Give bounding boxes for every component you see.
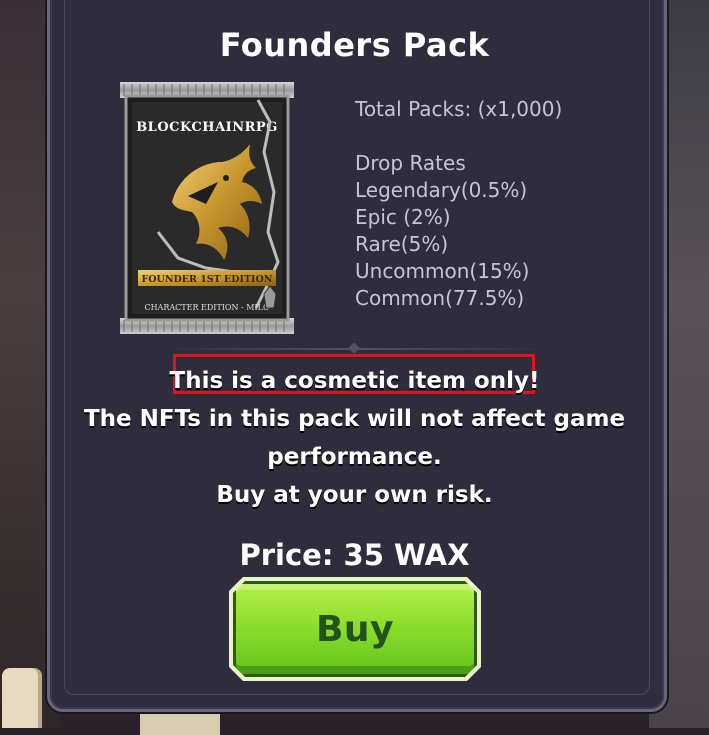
- buy-button-label: Buy: [315, 608, 395, 650]
- pack-title: Founders Pack: [219, 26, 490, 64]
- notice-line-2: The NFTs in this pack will not affect ga…: [83, 406, 626, 432]
- drop-rate-epic: Epic (2%): [355, 205, 451, 229]
- pack-image: BLOCKCHAINRPG FOUNDER 1ST EDITION CHARAC…: [120, 82, 294, 334]
- drop-rate-rare: Rare(5%): [355, 232, 449, 256]
- drop-rate-common: Common(77.5%): [355, 286, 525, 310]
- background-scroll: [2, 668, 42, 728]
- drop-rate-uncommon: Uncommon(15%): [355, 259, 530, 283]
- notice-line-4: Buy at your own risk.: [216, 482, 493, 508]
- pack-brand-text: BLOCKCHAINRPG: [136, 120, 278, 135]
- pack-edition-ribbon: FOUNDER 1ST EDITION: [142, 274, 273, 285]
- notice-line-3: performance.: [267, 444, 442, 470]
- total-packs-text: Total Packs: (x1,000): [355, 97, 563, 121]
- cosmetic-notice: This is a cosmetic item only! The NFTs i…: [0, 362, 709, 514]
- pack-stats: Total Packs: (x1,000) Drop Rates Legenda…: [355, 96, 615, 312]
- notice-highlighted-line: This is a cosmetic item only!: [169, 368, 540, 394]
- drop-rates-heading: Drop Rates: [355, 151, 466, 175]
- drop-rate-legendary: Legendary(0.5%): [355, 178, 528, 202]
- buy-button[interactable]: Buy: [233, 581, 477, 677]
- pack-footer-text: CHARACTER EDITION - MILO: [144, 303, 269, 312]
- price-label: Price: 35 WAX: [239, 538, 470, 572]
